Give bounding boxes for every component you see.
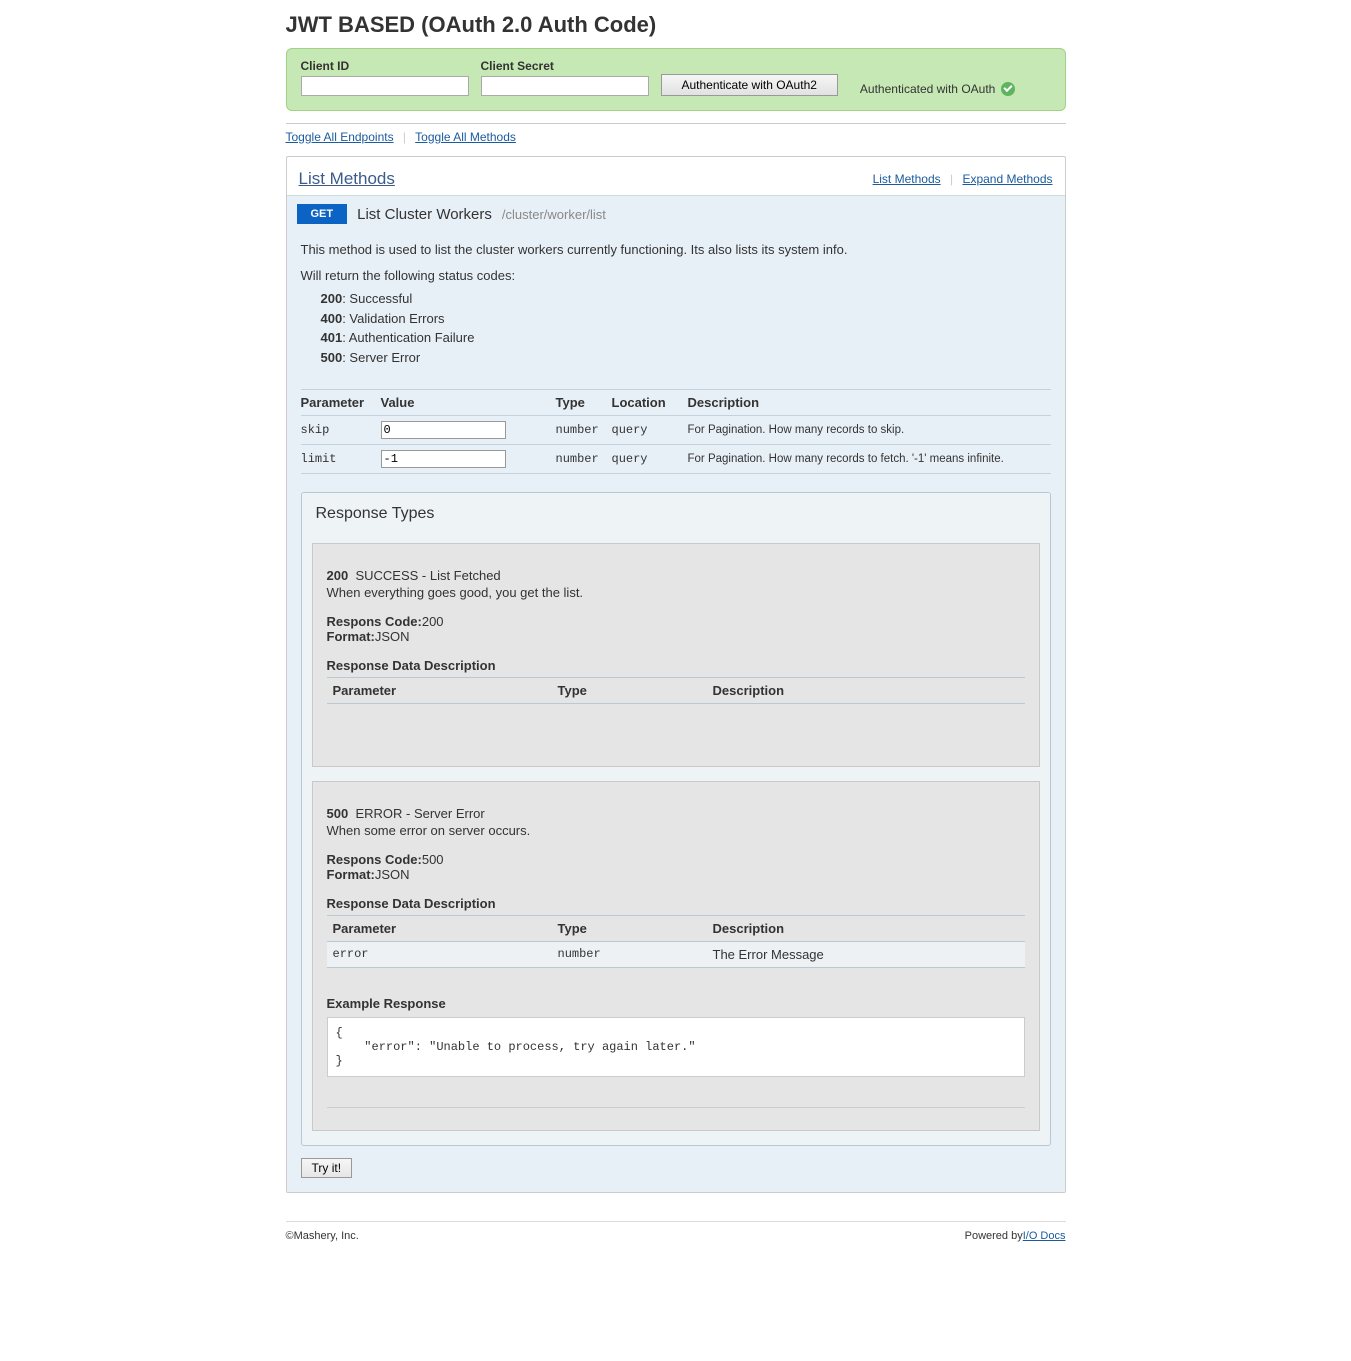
col-type: Type — [556, 395, 612, 410]
col-description: Description — [688, 395, 1051, 410]
divider — [327, 1107, 1025, 1108]
checkmark-icon — [1001, 82, 1015, 96]
param-type: number — [556, 452, 612, 466]
param-description: For Pagination. How many records to skip… — [688, 424, 1051, 436]
separator: | — [403, 130, 406, 144]
resp-param-name: error — [333, 947, 558, 962]
col-parameter: Parameter — [333, 683, 558, 698]
method-path: /cluster/worker/list — [502, 207, 606, 222]
col-type: Type — [558, 683, 713, 698]
client-id-label: Client ID — [301, 59, 469, 73]
footer-powered-link[interactable]: I/O Docs — [1023, 1230, 1066, 1242]
authenticate-button[interactable]: Authenticate with OAuth2 — [661, 74, 838, 96]
try-it-button[interactable]: Try it! — [301, 1158, 353, 1178]
resp-param-desc: The Error Message — [713, 947, 1019, 962]
col-value: Value — [381, 395, 556, 410]
param-type: number — [556, 423, 612, 437]
param-name: skip — [301, 423, 381, 437]
status-code-row: 500: Server Error — [321, 348, 1051, 368]
param-name: limit — [301, 452, 381, 466]
expand-methods-link[interactable]: Expand Methods — [962, 172, 1052, 186]
http-verb-badge: GET — [297, 204, 348, 224]
client-secret-label: Client Secret — [481, 59, 649, 73]
credentials-box: Client ID Client Secret Authenticate wit… — [286, 48, 1066, 111]
response-data-desc-title: Response Data Description — [327, 658, 1025, 673]
footer-powered-prefix: Powered by — [965, 1230, 1023, 1242]
col-description: Description — [713, 921, 1019, 936]
param-location: query — [612, 452, 688, 466]
method-box: GET List Cluster Workers /cluster/worker… — [287, 195, 1065, 1192]
footer-copyright: ©Mashery, Inc. — [286, 1230, 359, 1242]
example-response-body: { "error": "Unable to process, try again… — [327, 1017, 1025, 1077]
response-data-desc-title: Response Data Description — [327, 896, 1025, 911]
response-block-200: 200 SUCCESS - List Fetched When everythi… — [312, 543, 1040, 767]
col-type: Type — [558, 921, 713, 936]
param-location: query — [612, 423, 688, 437]
resp-param-type: number — [558, 947, 713, 962]
client-secret-input[interactable] — [481, 76, 649, 96]
param-description: For Pagination. How many records to fetc… — [688, 453, 1051, 465]
response-types-title: Response Types — [302, 493, 1050, 535]
response-block-500: 500 ERROR - Server Error When some error… — [312, 781, 1040, 1131]
status-code-row: 401: Authentication Failure — [321, 328, 1051, 348]
endpoint-title-link[interactable]: List Methods — [299, 169, 395, 188]
col-description: Description — [713, 683, 1019, 698]
response-subtitle: When some error on server occurs. — [327, 823, 1025, 838]
endpoint-panel: List Methods List Methods | Expand Metho… — [286, 156, 1066, 1193]
status-codes-intro: Will return the following status codes: — [301, 266, 1051, 286]
client-id-input[interactable] — [301, 76, 469, 96]
response-subtitle: When everything goes good, you get the l… — [327, 585, 1025, 600]
col-location: Location — [612, 395, 688, 410]
method-name: List Cluster Workers — [357, 206, 492, 223]
page-title: JWT BASED (OAuth 2.0 Auth Code) — [286, 12, 1066, 38]
divider — [286, 123, 1066, 124]
list-methods-link[interactable]: List Methods — [873, 172, 941, 186]
toggle-all-endpoints-link[interactable]: Toggle All Endpoints — [286, 130, 394, 144]
col-parameter: Parameter — [301, 395, 381, 410]
example-response-title: Example Response — [327, 996, 1025, 1011]
auth-status-text: Authenticated with OAuth — [860, 82, 995, 96]
param-value-input-limit[interactable] — [381, 450, 506, 468]
toggle-all-methods-link[interactable]: Toggle All Methods — [415, 130, 516, 144]
method-description: This method is used to list the cluster … — [301, 240, 1051, 260]
parameter-table: Parameter Value Type Location Descriptio… — [301, 389, 1051, 474]
param-value-input-skip[interactable] — [381, 421, 506, 439]
status-code-row: 400: Validation Errors — [321, 309, 1051, 329]
separator: | — [950, 172, 953, 186]
status-code-row: 200: Successful — [321, 289, 1051, 309]
response-types-panel: Response Types 200 SUCCESS - List Fetche… — [301, 492, 1051, 1146]
col-parameter: Parameter — [333, 921, 558, 936]
